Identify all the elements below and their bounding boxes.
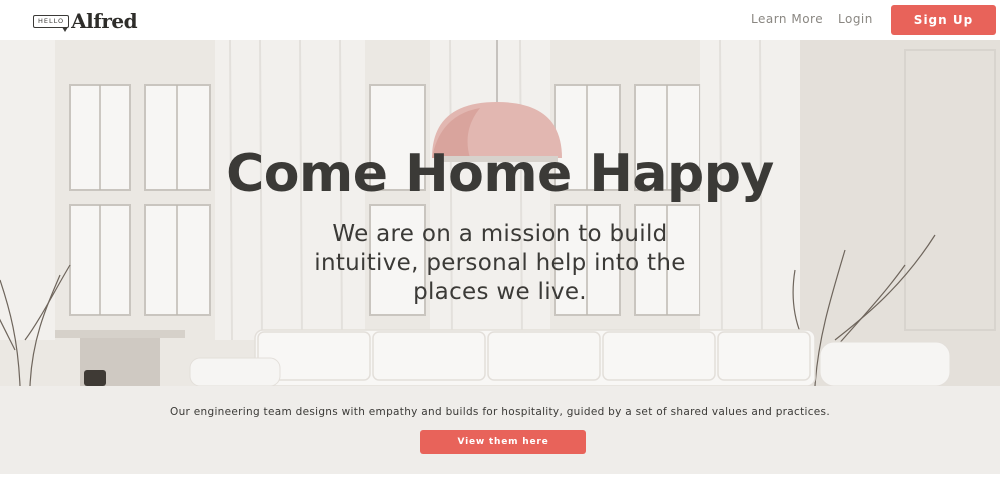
- values-description: Our engineering team designs with empath…: [170, 406, 830, 418]
- alfred-logo[interactable]: HELLO Alfred: [33, 9, 138, 33]
- logo-wordmark: Alfred: [71, 9, 138, 33]
- hero-subtitle: We are on a mission to build intuitive, …: [290, 220, 710, 307]
- values-band: Our engineering team designs with empath…: [0, 386, 1000, 474]
- speech-bubble-logo-icon: HELLO: [33, 14, 70, 32]
- hero-subtitle-line: intuitive, personal help into the: [314, 250, 686, 276]
- view-values-button[interactable]: View them here: [420, 430, 586, 454]
- sign-up-button[interactable]: Sign Up: [891, 5, 996, 35]
- hero-section: Come Home Happy We are on a mission to b…: [0, 40, 1000, 386]
- hero-subtitle-line: We are on a mission to build: [332, 221, 668, 247]
- site-header: HELLO Alfred Learn More Login Sign Up: [0, 0, 1000, 40]
- page-footer-space: [0, 474, 1000, 492]
- nav-login-link[interactable]: Login: [838, 12, 873, 26]
- hero-title: Come Home Happy: [226, 144, 774, 204]
- living-room-background-image: [0, 40, 1000, 386]
- hero-subtitle-line: places we live.: [413, 279, 587, 305]
- nav-learn-more-link[interactable]: Learn More: [751, 12, 823, 26]
